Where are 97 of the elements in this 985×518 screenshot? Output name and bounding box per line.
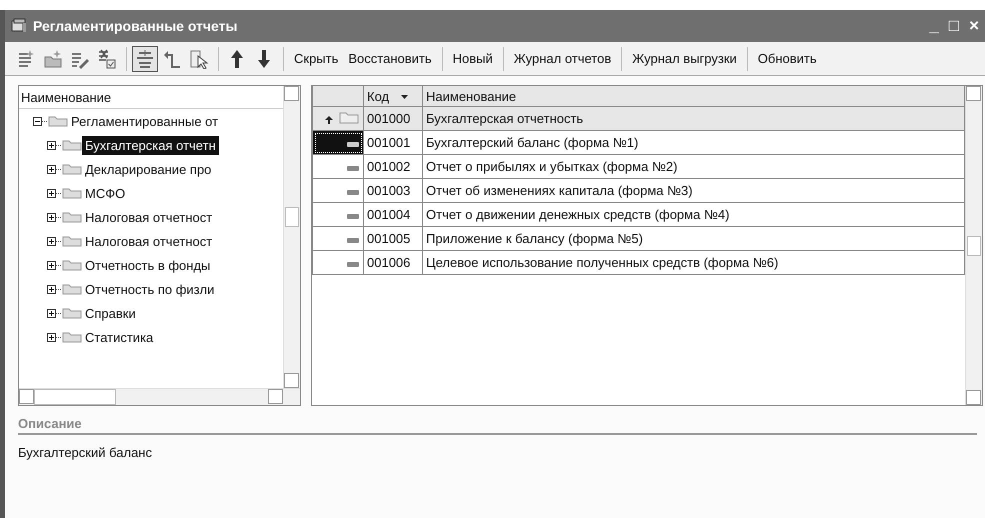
folder-icon [62,163,82,175]
table-cell: Отчет об изменениях капитала (форма №3) [422,178,964,202]
column-header[interactable]: Наименование [19,88,283,109]
folder-icon [62,139,82,151]
item-icon [347,142,359,147]
description-text: Бухгалтерский баланс [18,445,152,460]
row-marker[interactable] [312,130,364,154]
folder-icon [62,283,82,295]
dotted-line-icon [56,240,62,242]
item-icon [347,190,359,195]
row-marker[interactable] [312,202,364,226]
row-marker[interactable] [312,178,364,202]
expand-icon[interactable] [47,284,56,294]
table-cell: 001001 [364,130,422,154]
folder-icon [43,48,63,68]
tree-item[interactable]: МСФО [82,184,128,202]
table-cell: 001003 [364,178,422,202]
section-title: Описание [18,416,977,435]
item-icon [347,238,359,243]
table-cell: Отчет о движении денежных средств (форма №4) [422,202,964,226]
dotted-line-icon [56,288,62,290]
table-cell: Отчет о прибылях и убытках (форма №2) [422,154,964,178]
expand-icon[interactable] [47,140,56,150]
table-cell: 001000 [364,106,422,130]
dotted-line-icon [56,336,62,338]
row-marker[interactable] [312,106,364,130]
item-icon [347,262,359,267]
row-marker[interactable] [312,226,364,250]
column-header[interactable] [312,86,364,106]
tree-item[interactable]: Отчетность по физли [82,280,218,298]
dotted-line-icon [42,120,48,122]
expand-icon[interactable] [47,188,56,198]
tree-item[interactable]: Декларирование про [82,160,214,178]
folder-icon [339,110,359,124]
table-cell: 001002 [364,154,422,178]
expand-icon[interactable] [47,236,56,246]
up-arrow-icon [325,116,333,124]
dotted-line-icon [56,144,62,146]
toolbar-button[interactable]: Обновить [752,51,822,66]
maximize-button[interactable]: □ [948,16,960,36]
toolbar-button[interactable]: Новый [448,51,498,66]
tree-item[interactable]: Отчетность в фонды [82,256,214,274]
pointer-icon [189,48,209,68]
dotted-line-icon [56,264,62,266]
collapse-icon[interactable] [33,116,42,126]
dotted-line-icon [56,168,62,170]
expand-icon[interactable] [47,332,56,342]
window-icon [11,18,27,34]
stacked-lines-icon [135,48,155,68]
tree-item[interactable]: Статистика [82,328,156,346]
return-arrow-icon [162,48,182,68]
item-icon [347,214,359,219]
table-cell: Приложение к балансу (форма №5) [422,226,964,250]
expand-icon[interactable] [47,308,56,318]
checkbox-list-icon [97,48,117,68]
expand-icon[interactable] [47,164,56,174]
minimize-button[interactable]: _ [929,16,939,36]
dotted-line-icon [56,312,62,314]
tree-item[interactable]: Налоговая отчетност [82,208,216,226]
column-header[interactable]: Код [364,86,422,106]
tree-item[interactable]: Бухгалтерская отчетн [82,136,219,154]
dotted-line-icon [56,216,62,218]
window-title: Регламентированные отчеты [33,18,238,34]
row-marker[interactable] [312,154,364,178]
folder-icon [62,211,82,223]
item-icon [347,166,359,171]
vertical-scrollbar[interactable] [965,86,982,405]
table-cell: 001006 [364,250,422,274]
table-cell: Целевое использование полученных средств (форма №6) [422,250,964,274]
folder-icon [62,235,82,247]
table-cell: Бухгалтерская отчетность [422,106,964,130]
toolbar-button[interactable]: Журнал отчетов [508,51,616,66]
folder-icon [62,307,82,319]
sort-icon [401,95,408,100]
folder-icon [62,187,82,199]
table-cell: 001005 [364,226,422,250]
folder-icon [62,259,82,271]
expand-icon[interactable] [47,212,56,222]
tree-item[interactable]: Налоговая отчетност [82,232,216,250]
folder-icon [48,115,68,127]
toolbar-button[interactable]: Восстановить [343,51,437,66]
tree-item[interactable]: Справки [82,304,139,322]
toolbar-button[interactable] [132,46,158,72]
expand-icon[interactable] [47,260,56,270]
column-header[interactable]: Наименование [422,86,964,106]
list-plus-icon [16,48,36,68]
horizontal-scrollbar[interactable] [19,388,300,405]
tree-item[interactable]: Регламентированные от [68,112,222,130]
folder-icon [62,331,82,343]
toolbar-button[interactable]: Журнал выгрузки [627,51,742,66]
dotted-line-icon [56,192,62,194]
toolbar-button[interactable]: Скрыть [289,51,344,66]
vertical-scrollbar[interactable] [283,86,300,388]
row-marker[interactable] [312,250,364,274]
table-cell: 001004 [364,202,422,226]
close-button[interactable]: × [969,16,979,36]
table-cell: Бухгалтерский баланс (форма №1) [422,130,964,154]
